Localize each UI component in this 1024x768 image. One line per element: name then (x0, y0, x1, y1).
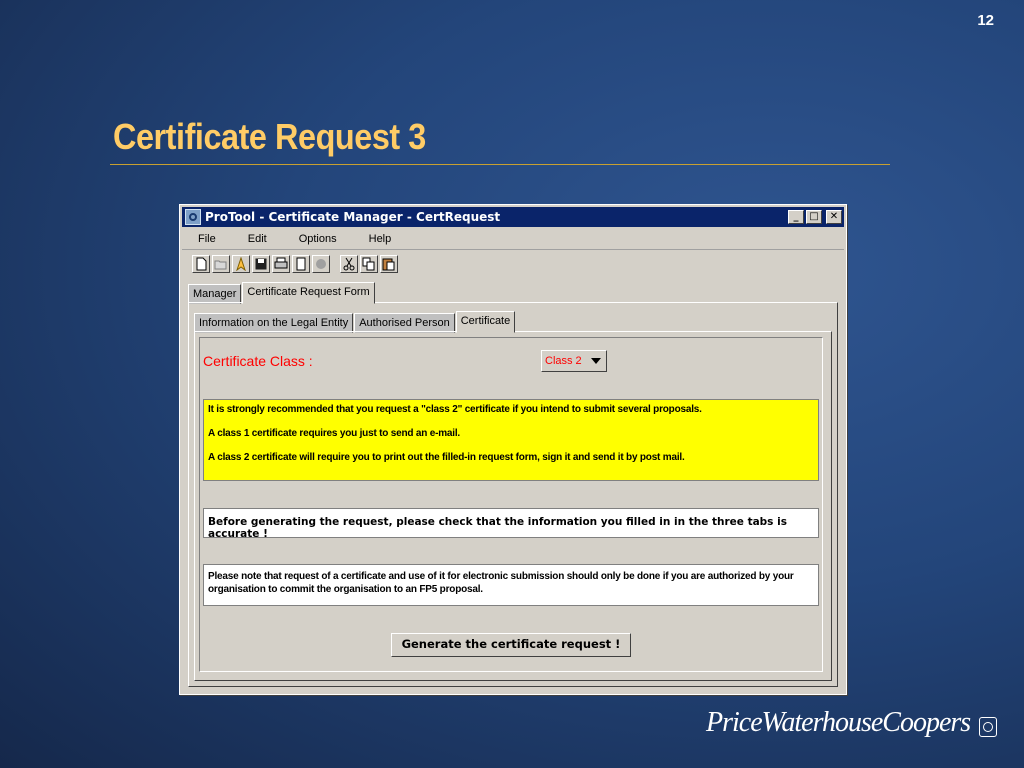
outer-tab-strip: Manager Certificate Request Form (188, 282, 376, 304)
disabled-circle-icon[interactable] (312, 255, 330, 273)
save-icon[interactable] (252, 255, 270, 273)
toolbar (192, 253, 400, 275)
menu-help[interactable]: Help (369, 233, 392, 245)
print-icon[interactable] (272, 255, 290, 273)
slide-title: Certificate Request 3 (113, 116, 426, 157)
recommendation-line-2: A class 1 certificate requires you just … (208, 428, 461, 439)
recommendation-line-3: A class 2 certificate will require you t… (208, 452, 685, 463)
chevron-down-icon[interactable] (591, 358, 601, 364)
generate-request-button[interactable]: Generate the certificate request ! (391, 633, 631, 657)
seal-icon (979, 717, 997, 737)
copy-icon[interactable] (360, 255, 378, 273)
certificate-class-value: Class 2 (545, 355, 582, 367)
menu-options[interactable]: Options (299, 233, 337, 245)
open-folder-icon[interactable] (212, 255, 230, 273)
inner-tab-strip: Information on the Legal Entity Authoris… (194, 311, 516, 333)
bookmark-icon[interactable] (232, 255, 250, 273)
minimize-button[interactable]: _ (788, 210, 804, 224)
title-bar[interactable]: ProTool - Certificate Manager - CertRequ… (182, 207, 844, 227)
app-window: ProTool - Certificate Manager - CertRequ… (179, 204, 847, 695)
certificate-content-area (199, 337, 823, 672)
tab-certificate[interactable]: Certificate (455, 311, 516, 333)
check-info-note: Before generating the request, please ch… (203, 508, 819, 540)
tab-certificate-request-form[interactable]: Certificate Request Form (242, 282, 375, 304)
tab-authorised-person[interactable]: Authorised Person (354, 313, 455, 333)
scroll-icon[interactable] (292, 255, 310, 273)
menu-bar: File Edit Options Help (182, 229, 844, 250)
recommendation-line-1: It is strongly recommended that you requ… (208, 404, 702, 415)
app-icon[interactable] (185, 209, 201, 225)
tab-legal-entity[interactable]: Information on the Legal Entity (194, 313, 354, 333)
certificate-class-select[interactable]: Class 2 (541, 350, 607, 372)
menu-file[interactable]: File (198, 233, 216, 245)
page-number: 12 (977, 12, 994, 29)
brand-logo: PriceWaterhouseCoopers (706, 707, 971, 738)
authorization-note: Please note that request of a certificat… (203, 564, 819, 606)
new-document-icon[interactable] (192, 255, 210, 273)
menu-edit[interactable]: Edit (248, 233, 267, 245)
certificate-class-label: Certificate Class : (203, 353, 313, 369)
paste-icon[interactable] (380, 255, 398, 273)
close-button[interactable]: ✕ (826, 210, 842, 224)
cut-icon[interactable] (340, 255, 358, 273)
maximize-button[interactable]: □ (806, 210, 822, 224)
recommendation-note: It is strongly recommended that you requ… (203, 399, 819, 481)
window-title: ProTool - Certificate Manager - CertRequ… (205, 210, 501, 224)
title-rule (110, 164, 890, 165)
tab-manager[interactable]: Manager (188, 284, 242, 304)
